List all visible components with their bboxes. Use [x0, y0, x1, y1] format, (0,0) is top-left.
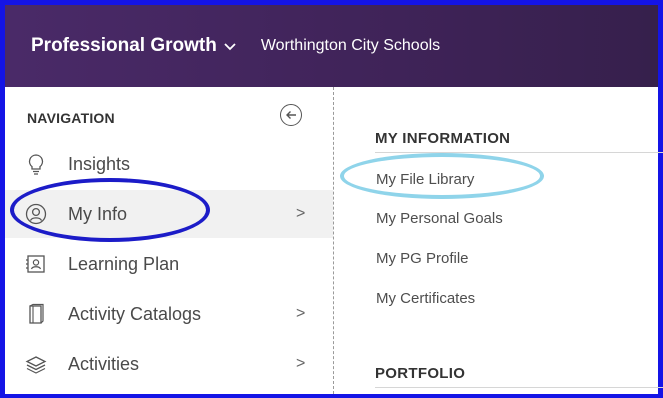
link-my-certificates[interactable]: My Certificates: [376, 290, 475, 307]
sidebar-item-my-info[interactable]: My Info >: [5, 190, 333, 238]
sidebar-item-activity-catalogs[interactable]: Activity Catalogs >: [5, 290, 333, 338]
link-my-personal-goals[interactable]: My Personal Goals: [376, 210, 503, 227]
chevron-right-icon: >: [296, 305, 306, 322]
id-card-icon: [26, 255, 45, 273]
layers-icon: [25, 356, 47, 374]
district-name: Worthington City Schools: [260, 37, 441, 54]
section-title-my-information: MY INFORMATION: [375, 130, 511, 147]
lightbulb-icon: [28, 154, 44, 175]
navigation-sidebar: NAVIGATION Insights My Info > Learning P…: [5, 87, 334, 394]
app-switcher[interactable]: Professional Growth: [31, 5, 237, 87]
sidebar-item-label: Insights: [68, 153, 131, 174]
section-divider: [375, 152, 663, 153]
sidebar-item-learning-plan[interactable]: Learning Plan: [5, 240, 333, 288]
link-my-file-library[interactable]: My File Library: [376, 171, 474, 188]
sidebar-item-insights[interactable]: Insights: [5, 140, 333, 188]
arrow-left-icon: [286, 111, 296, 119]
collapse-sidebar-button[interactable]: [280, 104, 302, 126]
link-my-pg-profile[interactable]: My PG Profile: [376, 250, 469, 267]
section-divider: [375, 387, 663, 388]
submenu-panel: MY INFORMATION My File Library My Person…: [335, 87, 663, 394]
chevron-down-icon: [224, 43, 236, 51]
app-title: Professional Growth: [31, 35, 217, 56]
top-bar: Professional Growth Worthington City Sch…: [5, 5, 658, 87]
sidebar-item-label: Activities: [68, 353, 140, 374]
sidebar-item-label: Learning Plan: [68, 253, 180, 274]
navigation-heading: NAVIGATION: [27, 110, 115, 126]
sidebar-item-label: Activity Catalogs: [68, 303, 202, 324]
chevron-right-icon: >: [296, 205, 306, 222]
section-title-portfolio: PORTFOLIO: [375, 365, 466, 382]
user-circle-icon: [25, 203, 47, 225]
chevron-right-icon: >: [296, 355, 306, 372]
sidebar-item-activities[interactable]: Activities >: [5, 340, 333, 388]
book-icon: [29, 303, 44, 324]
sidebar-item-label: My Info: [68, 203, 128, 224]
